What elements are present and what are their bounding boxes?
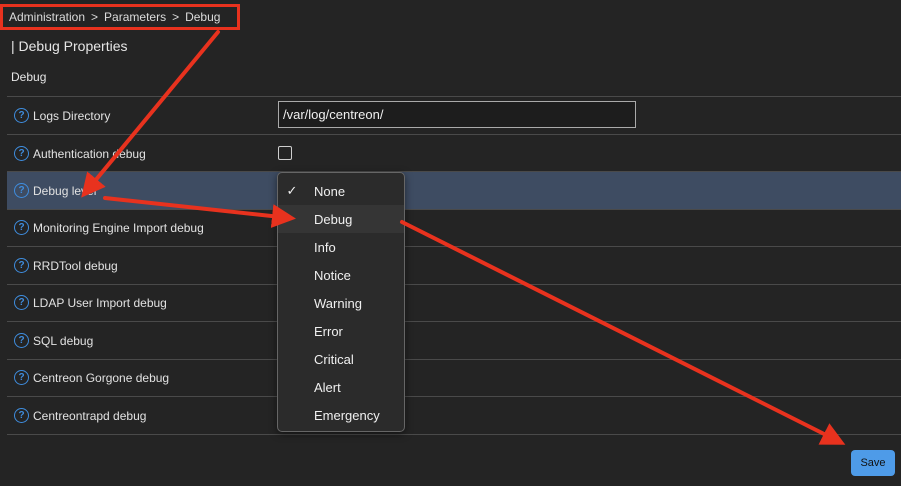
- row-debug-level: ? Debug level: [14, 183, 96, 198]
- row-divider: [7, 321, 901, 322]
- checkmark-icon: ✓: [286, 183, 298, 198]
- row-divider: [7, 96, 901, 97]
- dropdown-option-critical[interactable]: Critical: [278, 345, 404, 373]
- row-centreon-gorgone-debug: ? Centreon Gorgone debug: [14, 370, 169, 385]
- dropdown-option-none[interactable]: ✓ None: [278, 177, 404, 205]
- option-label: Error: [314, 323, 343, 339]
- row-label: Debug level: [33, 183, 97, 198]
- option-label: Alert: [314, 379, 341, 395]
- logs-directory-input[interactable]: [278, 101, 636, 128]
- option-label: Debug: [314, 211, 353, 227]
- row-ldap-user-import-debug: ? LDAP User Import debug: [14, 295, 167, 310]
- option-label: Notice: [314, 267, 351, 283]
- page-title: | Debug Properties: [11, 38, 128, 54]
- authentication-debug-checkbox[interactable]: [278, 146, 292, 160]
- option-label: Warning: [314, 295, 362, 311]
- option-label: Critical: [314, 351, 354, 367]
- question-circle-icon[interactable]: ?: [14, 333, 29, 348]
- question-circle-icon[interactable]: ?: [14, 220, 29, 235]
- question-circle-icon[interactable]: ?: [14, 295, 29, 310]
- breadcrumb-separator: >: [172, 10, 180, 24]
- row-label: RRDTool debug: [33, 258, 118, 273]
- row-centreontrapd-debug: ? Centreontrapd debug: [14, 408, 146, 423]
- question-circle-icon[interactable]: ?: [14, 370, 29, 385]
- section-title: Debug: [11, 70, 47, 84]
- row-divider: [7, 396, 901, 397]
- dropdown-option-notice[interactable]: Notice: [278, 261, 404, 289]
- breadcrumb-separator: >: [91, 10, 99, 24]
- row-label: Monitoring Engine Import debug: [33, 220, 204, 235]
- row-divider: [7, 359, 901, 360]
- question-circle-icon[interactable]: ?: [14, 108, 29, 123]
- dropdown-option-warning[interactable]: Warning: [278, 289, 404, 317]
- breadcrumb-item-administration[interactable]: Administration: [9, 10, 85, 24]
- row-divider: [7, 284, 901, 285]
- question-circle-icon[interactable]: ?: [14, 408, 29, 423]
- question-circle-icon[interactable]: ?: [14, 183, 29, 198]
- dropdown-option-info[interactable]: Info: [278, 233, 404, 261]
- dropdown-option-debug[interactable]: Debug: [278, 205, 404, 233]
- save-button[interactable]: Save: [851, 450, 895, 476]
- dropdown-option-error[interactable]: Error: [278, 317, 404, 345]
- option-label: Emergency: [314, 407, 380, 423]
- row-logs-directory: ? Logs Directory: [14, 108, 110, 123]
- row-label: Logs Directory: [33, 108, 111, 123]
- breadcrumb-item-debug[interactable]: Debug: [185, 10, 220, 24]
- row-label: Centreontrapd debug: [33, 408, 147, 423]
- row-sql-debug: ? SQL debug: [14, 333, 93, 348]
- row-authentication-debug: ? Authentication debug: [14, 146, 146, 161]
- row-divider: [7, 171, 901, 172]
- row-divider: [7, 134, 901, 135]
- debug-level-dropdown[interactable]: ✓ None Debug Info Notice Warning Error C…: [277, 172, 405, 432]
- dropdown-option-alert[interactable]: Alert: [278, 373, 404, 401]
- option-label: None: [314, 183, 346, 199]
- breadcrumb-item-parameters[interactable]: Parameters: [104, 10, 166, 24]
- question-circle-icon[interactable]: ?: [14, 258, 29, 273]
- row-monitoring-engine-import-debug: ? Monitoring Engine Import debug: [14, 220, 204, 235]
- annotation-arrow: [400, 220, 846, 445]
- debug-level-row-highlight: [7, 172, 901, 209]
- row-label: SQL debug: [33, 333, 94, 348]
- row-divider: [7, 209, 901, 210]
- breadcrumb: Administration > Parameters > Debug: [0, 4, 240, 30]
- row-divider: [7, 434, 901, 435]
- row-divider: [7, 246, 901, 247]
- row-label: Authentication debug: [33, 146, 146, 161]
- row-label: Centreon Gorgone debug: [33, 370, 170, 385]
- dropdown-option-emergency[interactable]: Emergency: [278, 401, 404, 429]
- option-label: Info: [314, 239, 336, 255]
- row-rrdtool-debug: ? RRDTool debug: [14, 258, 118, 273]
- question-circle-icon[interactable]: ?: [14, 146, 29, 161]
- row-label: LDAP User Import debug: [33, 295, 167, 310]
